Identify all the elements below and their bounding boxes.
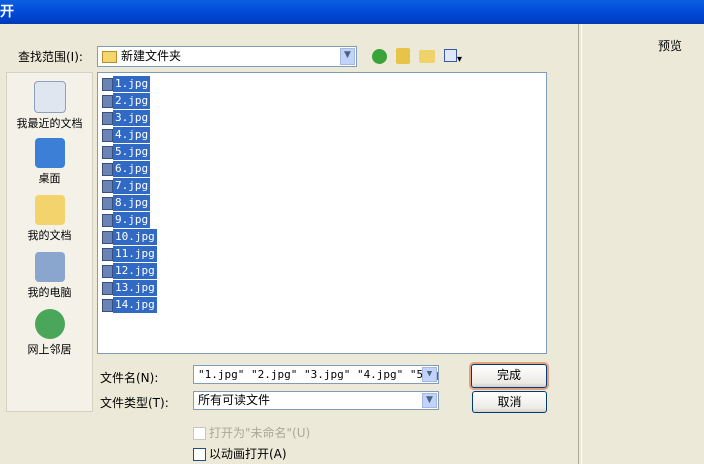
file-item[interactable]: 4.jpg: [102, 127, 151, 143]
place-recent[interactable]: 我最近的文档: [7, 81, 92, 131]
cancel-button[interactable]: 取消: [472, 391, 547, 413]
view-menu-icon[interactable]: ▾: [444, 49, 466, 65]
file-item[interactable]: 2.jpg: [102, 93, 151, 109]
file-item[interactable]: 1.jpg: [102, 76, 151, 92]
image-file-icon: [102, 247, 113, 261]
filetype-select[interactable]: 所有可读文件 ▼: [193, 391, 439, 410]
recent-documents-icon: [33, 81, 66, 113]
open-animation-label: 以动画打开(A): [209, 447, 287, 461]
new-folder-icon[interactable]: [419, 50, 435, 63]
filename-value: "1.jpg" "2.jpg" "3.jpg" "4.jpg" "5.jpg": [198, 368, 439, 381]
chevron-down-icon[interactable]: ▼: [422, 367, 437, 382]
place-label: 桌面: [38, 172, 61, 185]
file-name: 5.jpg: [113, 144, 151, 160]
chevron-down-icon[interactable]: ▼: [422, 393, 437, 408]
file-name: 11.jpg: [113, 246, 157, 262]
my-computer-icon: [34, 252, 65, 282]
place-label: 我的电脑: [27, 286, 72, 299]
file-item[interactable]: 7.jpg: [102, 178, 151, 194]
open-untitled-checkbox: [193, 427, 206, 440]
image-file-icon: [102, 213, 113, 227]
open-animation-option[interactable]: 以动画打开(A): [193, 445, 287, 462]
image-file-icon: [102, 264, 113, 278]
image-file-icon: [102, 230, 113, 244]
image-file-icon: [102, 179, 113, 193]
file-item[interactable]: 14.jpg: [102, 297, 157, 313]
my-documents-icon: [34, 195, 65, 225]
image-file-icon: [102, 111, 113, 125]
filename-label: 文件名(N):: [100, 371, 159, 385]
file-item[interactable]: 11.jpg: [102, 246, 157, 262]
image-file-icon: [102, 77, 113, 91]
file-name: 8.jpg: [113, 195, 151, 211]
place-my-documents[interactable]: 我的文档: [7, 195, 92, 243]
lookin-value: 新建文件夹: [121, 49, 182, 63]
file-name: 7.jpg: [113, 178, 151, 194]
open-untitled-label: 打开为"未命名"(U): [209, 426, 311, 440]
filetype-label: 文件类型(T):: [100, 396, 169, 410]
open-untitled-option: 打开为"未命名"(U): [193, 424, 310, 441]
file-item[interactable]: 6.jpg: [102, 161, 151, 177]
image-file-icon: [102, 298, 113, 312]
file-item[interactable]: 3.jpg: [102, 110, 151, 126]
lookin-label: 查找范围(I):: [18, 50, 83, 64]
title-bar: 打开: [0, 0, 704, 24]
preview-label: 预览: [658, 39, 683, 53]
back-icon[interactable]: [372, 49, 387, 64]
desktop-icon: [34, 138, 65, 168]
file-name: 3.jpg: [113, 110, 151, 126]
network-places-icon: [34, 309, 65, 339]
image-file-icon: [102, 94, 113, 108]
file-item[interactable]: 9.jpg: [102, 212, 151, 228]
open-animation-checkbox[interactable]: [193, 448, 206, 461]
place-label: 我的文档: [27, 229, 72, 242]
ok-button[interactable]: 完成: [471, 364, 547, 388]
file-item[interactable]: 12.jpg: [102, 263, 157, 279]
place-desktop[interactable]: 桌面: [7, 138, 92, 186]
place-label: 我最近的文档: [16, 117, 83, 130]
window-title: 打开: [0, 4, 14, 20]
file-name: 2.jpg: [113, 93, 151, 109]
file-item[interactable]: 8.jpg: [102, 195, 151, 211]
file-name: 14.jpg: [113, 297, 157, 313]
file-item[interactable]: 10.jpg: [102, 229, 157, 245]
file-name: 10.jpg: [113, 229, 157, 245]
place-network[interactable]: 网上邻居: [7, 309, 92, 357]
file-name: 6.jpg: [113, 161, 151, 177]
file-item[interactable]: 5.jpg: [102, 144, 151, 160]
up-folder-icon[interactable]: [396, 48, 410, 64]
chevron-down-icon[interactable]: ▼: [340, 48, 355, 65]
places-bar: 我最近的文档 桌面 我的文档 我的电脑 网上邻居: [6, 72, 93, 412]
place-my-computer[interactable]: 我的电脑: [7, 252, 92, 300]
file-name: 4.jpg: [113, 127, 151, 143]
image-file-icon: [102, 162, 113, 176]
image-file-icon: [102, 145, 113, 159]
image-file-icon: [102, 196, 113, 210]
image-file-icon: [102, 281, 113, 295]
filename-input[interactable]: "1.jpg" "2.jpg" "3.jpg" "4.jpg" "5.jpg" ▼: [193, 365, 439, 384]
folder-icon: [102, 50, 117, 63]
lookin-combo[interactable]: 新建文件夹 ▼: [97, 46, 357, 67]
file-name: 12.jpg: [113, 263, 157, 279]
image-file-icon: [102, 128, 113, 142]
file-name: 9.jpg: [113, 212, 151, 228]
preview-divider: [578, 24, 582, 464]
file-name: 1.jpg: [113, 76, 151, 92]
place-label: 网上邻居: [27, 343, 72, 356]
file-name: 13.jpg: [113, 280, 157, 296]
file-list[interactable]: 1.jpg 2.jpg 3.jpg 4.jpg 5.jpg 6.jpg 7.jpg 8.jpg…: [97, 72, 547, 354]
filetype-value: 所有可读文件: [198, 393, 271, 407]
file-item[interactable]: 13.jpg: [102, 280, 157, 296]
